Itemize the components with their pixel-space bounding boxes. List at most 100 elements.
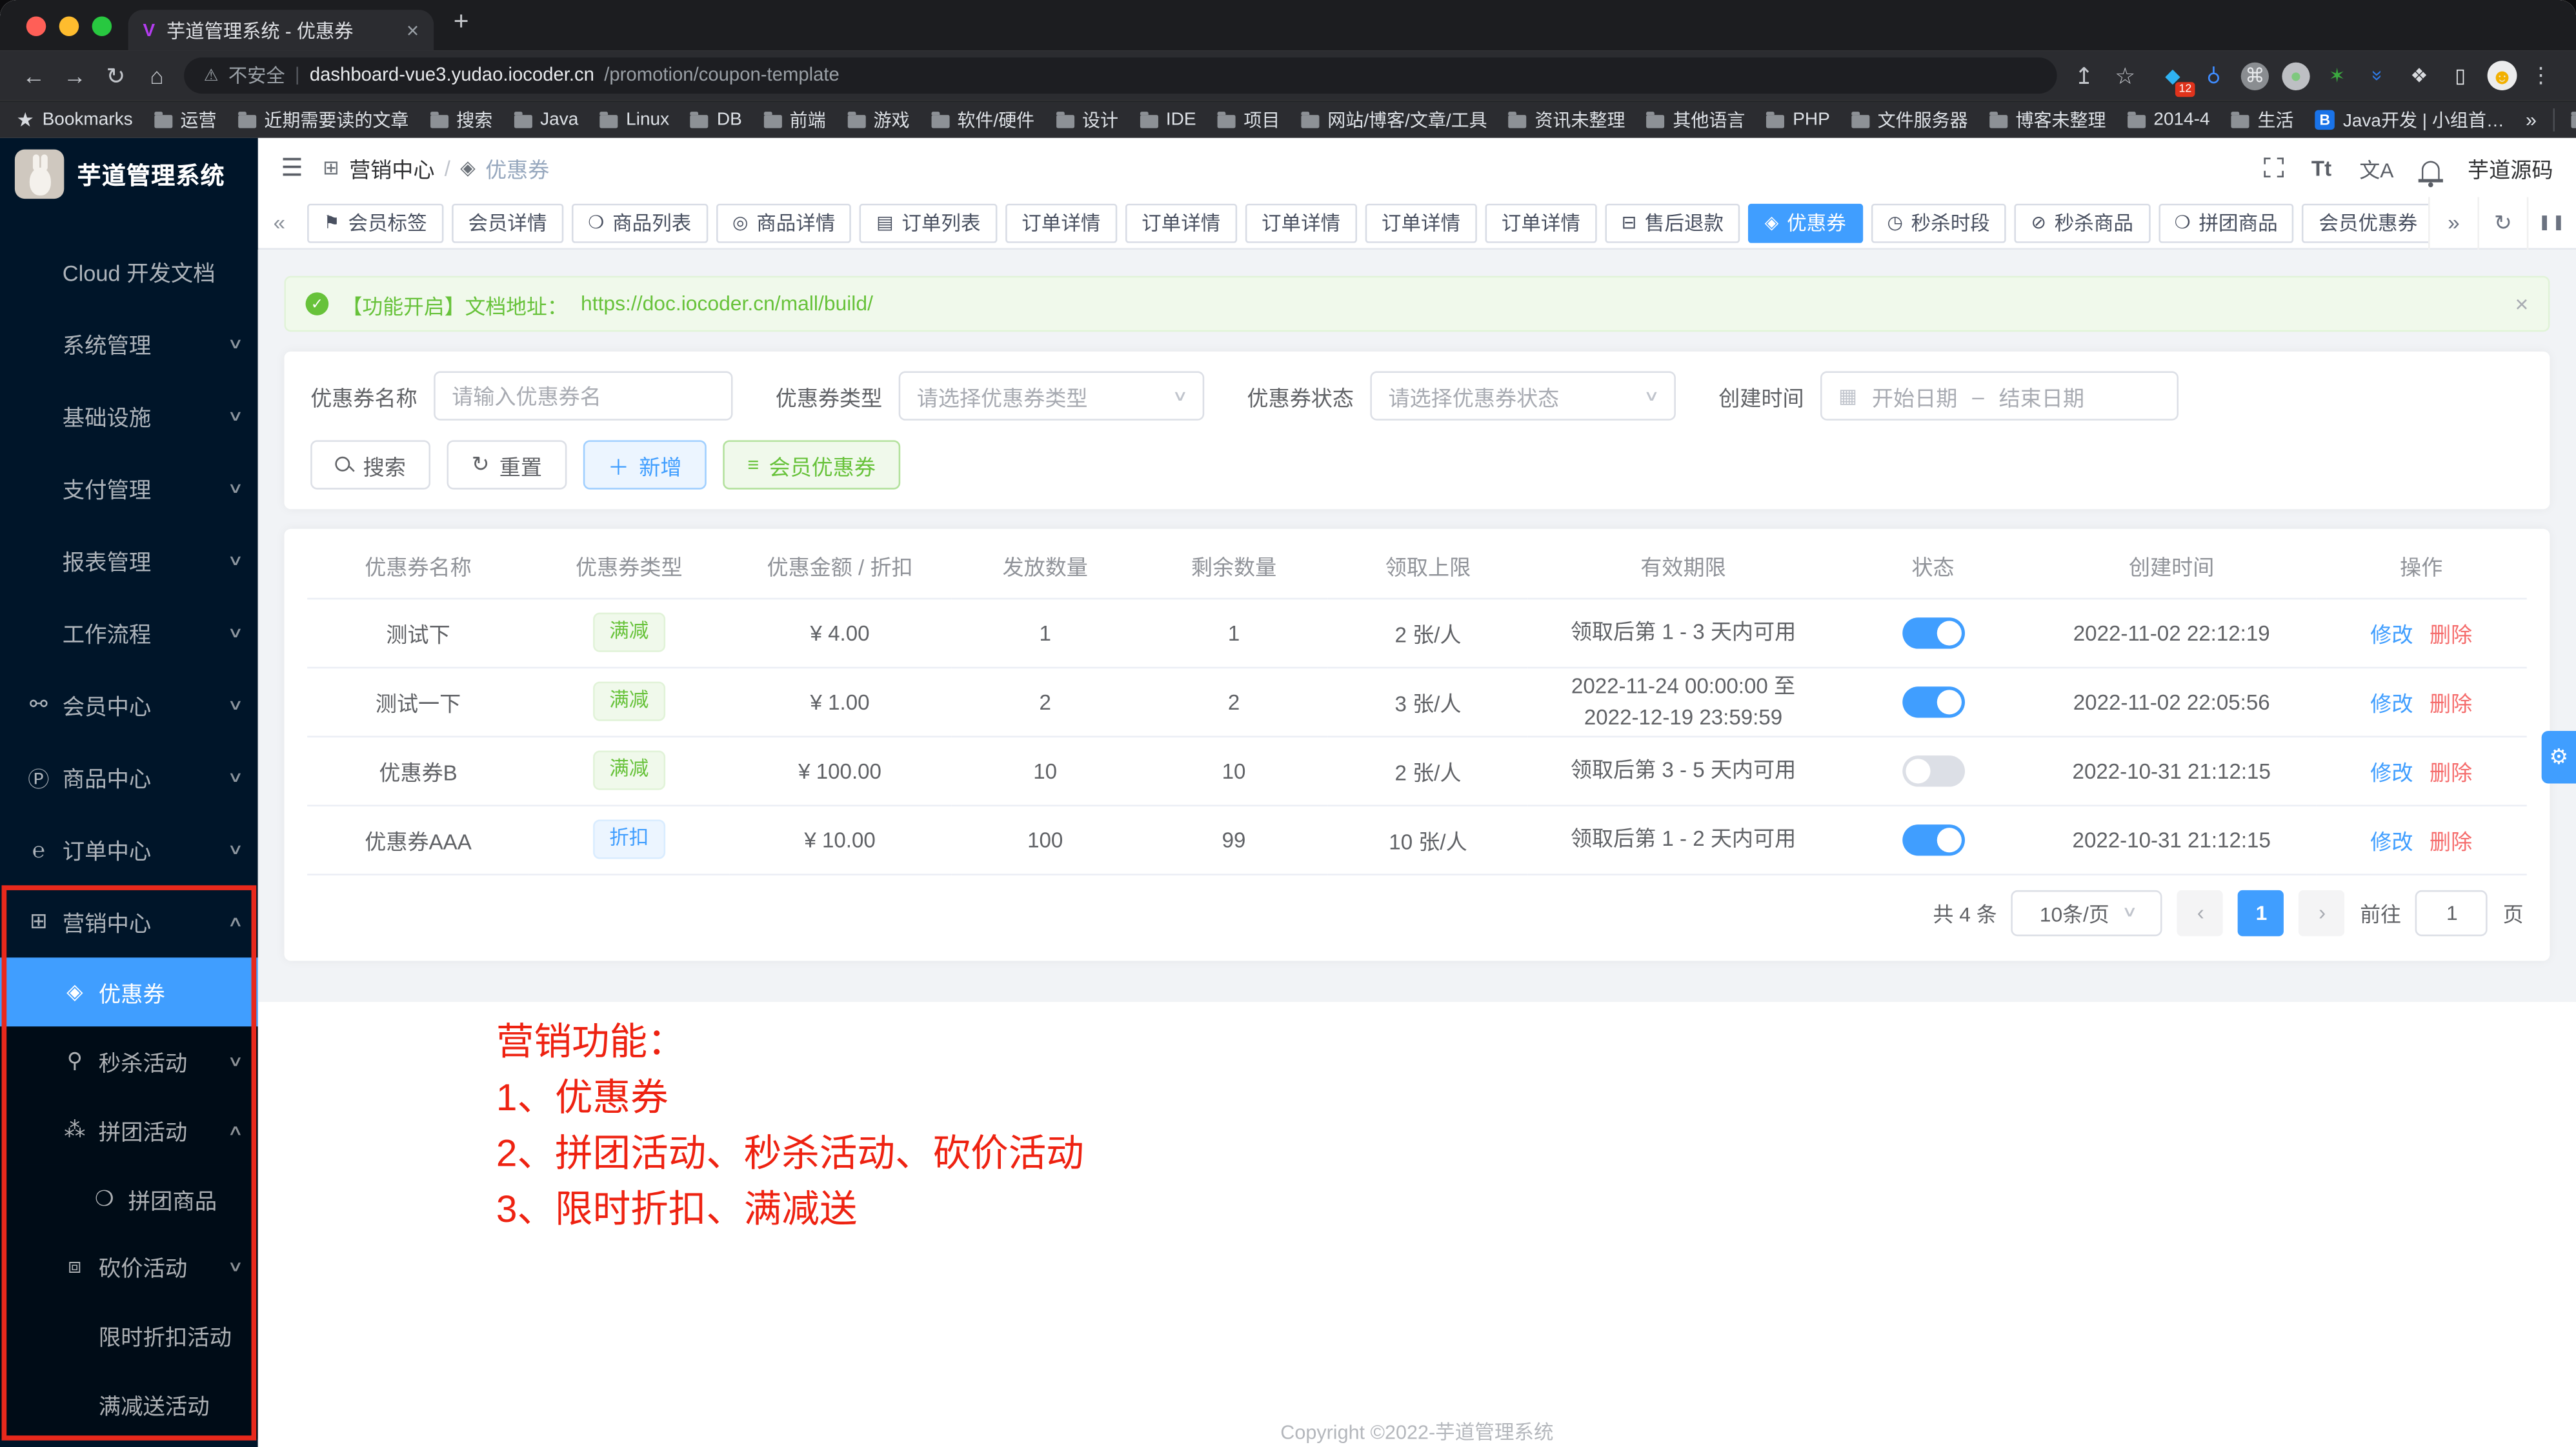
tag-chip[interactable]: ❍ 商品列表 [572, 203, 708, 242]
sidebar-item[interactable]: 满减送活动 [0, 1370, 258, 1439]
tag-chip[interactable]: 订单详情 [1125, 203, 1237, 242]
delete-link[interactable]: 删除 [2430, 760, 2472, 784]
diamond-extension-icon[interactable]: ◆ 12 [2158, 61, 2186, 89]
bookmark-item[interactable]: 资讯未整理 [1509, 106, 1625, 133]
coupon-name-input[interactable] [434, 371, 732, 420]
browser-menu-icon[interactable]: ⋮ [2530, 63, 2551, 89]
tag-chip[interactable]: ⊘ 秒杀商品 [2015, 203, 2149, 242]
layout-columns-icon[interactable]: ❚❚ [2527, 196, 2576, 248]
bell-icon[interactable] [2422, 160, 2440, 178]
add-button[interactable]: ＋ 新增 [583, 440, 707, 489]
font-size-icon[interactable]: Tt [2311, 155, 2331, 180]
bookmark-star-icon[interactable]: ☆ [2104, 61, 2146, 89]
tag-chip[interactable]: ⚑ 会员标签 [307, 203, 443, 242]
coupon-status-select[interactable]: 请选择优惠券状态 ∨ [1370, 371, 1676, 420]
bookmark-item[interactable]: 设计 [1056, 106, 1118, 133]
sidebar-item[interactable]: 限时折扣活动 [0, 1301, 258, 1370]
date-range-picker[interactable]: ▦ 开始日期 – 结束日期 [1820, 371, 2179, 420]
star-extension-icon[interactable]: ✶ [2323, 61, 2351, 89]
tag-chip[interactable]: 订单详情 [1005, 203, 1117, 242]
sidebar-item[interactable]: ⚲ 秒杀活动 ∨ [0, 1026, 258, 1095]
minimize-window-button[interactable] [59, 16, 79, 36]
bookmark-item[interactable]: 文件服务器 [1851, 106, 1968, 133]
bookmark-item[interactable]: B Java开发 | 小组首… [2315, 106, 2504, 133]
bookmarks-overflow-chevron[interactable]: » [2526, 108, 2537, 132]
prev-page-button[interactable]: ‹ [2178, 890, 2224, 935]
bookmark-item[interactable]: 项目 [1218, 106, 1280, 133]
goto-page-input[interactable] [2416, 890, 2488, 935]
bookmark-item[interactable]: IDE [1140, 110, 1196, 130]
breadcrumb-first[interactable]: 营销中心 [349, 152, 434, 183]
bookmark-item[interactable]: 搜索 [430, 106, 493, 133]
sidebar-item[interactable]: ⚯ 会员中心 ∨ [0, 668, 258, 741]
tag-chip[interactable]: ▤ 订单列表 [860, 203, 997, 242]
tab-close-icon[interactable]: × [407, 18, 419, 43]
search-button[interactable]: 搜索 [310, 440, 430, 489]
member-coupon-button[interactable]: ≡ 会员优惠券 [723, 440, 900, 489]
next-page-button[interactable]: › [2299, 890, 2345, 935]
tags-refresh-icon[interactable]: ↻ [2477, 196, 2526, 248]
tags-scroll-right-icon[interactable]: » [2428, 196, 2477, 248]
tag-chip[interactable]: 会员优惠券 [2302, 203, 2428, 242]
sidebar-item[interactable]: ℮ 订单中心 ∨ [0, 813, 258, 885]
tag-chip[interactable]: ⊟ 售后退款 [1605, 203, 1740, 242]
bookmark-item[interactable]: 前端 [763, 106, 826, 133]
tag-chip[interactable]: 订单详情 [1365, 203, 1476, 242]
coupon-type-select[interactable]: 请选择优惠券类型 ∨ [899, 371, 1205, 420]
tag-chip[interactable]: ◷ 秒杀时段 [1871, 203, 2006, 242]
edit-link[interactable]: 修改 [2370, 622, 2413, 646]
edit-link[interactable]: 修改 [2370, 691, 2413, 715]
maximize-window-button[interactable] [92, 16, 112, 36]
sidebar-item[interactable]: ⧈ 砍价活动 ∨ [0, 1232, 258, 1301]
profile-avatar[interactable]: ☻ [2488, 61, 2517, 90]
current-page[interactable]: 1 [2239, 890, 2284, 935]
settings-gear-button[interactable]: ⚙ [2542, 731, 2576, 783]
bookmark-item[interactable]: PHP [1766, 110, 1829, 130]
bookmark-item[interactable]: 软件/硬件 [931, 106, 1035, 133]
green-dot-extension-icon[interactable]: ● [2282, 61, 2309, 89]
sidebar-item[interactable]: 基础设施 ∨ [0, 379, 258, 452]
tag-chip[interactable]: ◎ 商品详情 [716, 203, 852, 242]
bookmark-item[interactable]: Java [514, 110, 578, 130]
home-icon[interactable]: ⌂ [136, 63, 177, 89]
new-tab-button[interactable]: + [454, 8, 469, 38]
bookmark-item[interactable]: 运营 [154, 106, 217, 133]
reset-button[interactable]: ↻ 重置 [447, 440, 567, 489]
pin-extension-icon[interactable]: ⚲ [2200, 61, 2228, 89]
other-bookmarks[interactable]: 其他书签 [2571, 106, 2576, 133]
sidebar-item[interactable]: 系统管理 ∨ [0, 307, 258, 379]
frame-extension-icon[interactable]: ▯ [2446, 61, 2474, 89]
bookmark-item[interactable]: Linux [599, 110, 669, 130]
current-user[interactable]: 芋道源码 [2468, 152, 2553, 183]
tags-scroll-left-icon[interactable]: « [258, 210, 301, 235]
back-icon[interactable]: ← [13, 63, 54, 89]
bookmark-item[interactable]: 生活 [2231, 106, 2294, 133]
alert-close-icon[interactable]: × [2515, 291, 2528, 317]
delete-link[interactable]: 删除 [2430, 622, 2472, 646]
bookmarks-root[interactable]: ★ Bookmarks [16, 108, 132, 132]
sidebar-item[interactable]: 支付管理 ∨ [0, 452, 258, 524]
sidebar-item[interactable]: ❍ 拼团商品 [0, 1164, 258, 1232]
puzzle-extension-icon[interactable]: ❖ [2405, 61, 2433, 89]
forward-icon[interactable]: → [54, 63, 96, 89]
close-window-button[interactable] [26, 16, 46, 36]
bookmark-item[interactable]: DB [690, 110, 742, 130]
sidebar-item[interactable]: 工作流程 ∨ [0, 596, 258, 668]
tag-chip[interactable]: 订单详情 [1485, 203, 1596, 242]
page-size-select[interactable]: 10条/页 ∨ [2011, 890, 2162, 935]
fullscreen-icon[interactable] [2264, 157, 2284, 177]
bookmark-item[interactable]: 游戏 [847, 106, 910, 133]
tag-chip[interactable]: 会员详情 [452, 203, 563, 242]
chevrons-extension-icon[interactable]: » [2364, 61, 2392, 89]
status-toggle[interactable] [1902, 686, 1964, 717]
command-extension-icon[interactable]: ⌘ [2241, 61, 2269, 89]
bookmark-item[interactable]: 近期需要读的文章 [238, 106, 409, 133]
tag-chip[interactable]: ◈ 优惠券 [1748, 203, 1862, 242]
bookmark-item[interactable]: 2014-4 [2128, 110, 2210, 130]
status-toggle[interactable] [1902, 824, 1964, 855]
sidebar-item[interactable]: 报表管理 ∨ [0, 524, 258, 596]
delete-link[interactable]: 删除 [2430, 691, 2472, 715]
sidebar-item[interactable]: Ⓟ 商品中心 ∨ [0, 741, 258, 813]
sidebar-item[interactable]: Cloud 开发文档 [0, 235, 258, 307]
bookmark-item[interactable]: 其他语言 [1647, 106, 1746, 133]
